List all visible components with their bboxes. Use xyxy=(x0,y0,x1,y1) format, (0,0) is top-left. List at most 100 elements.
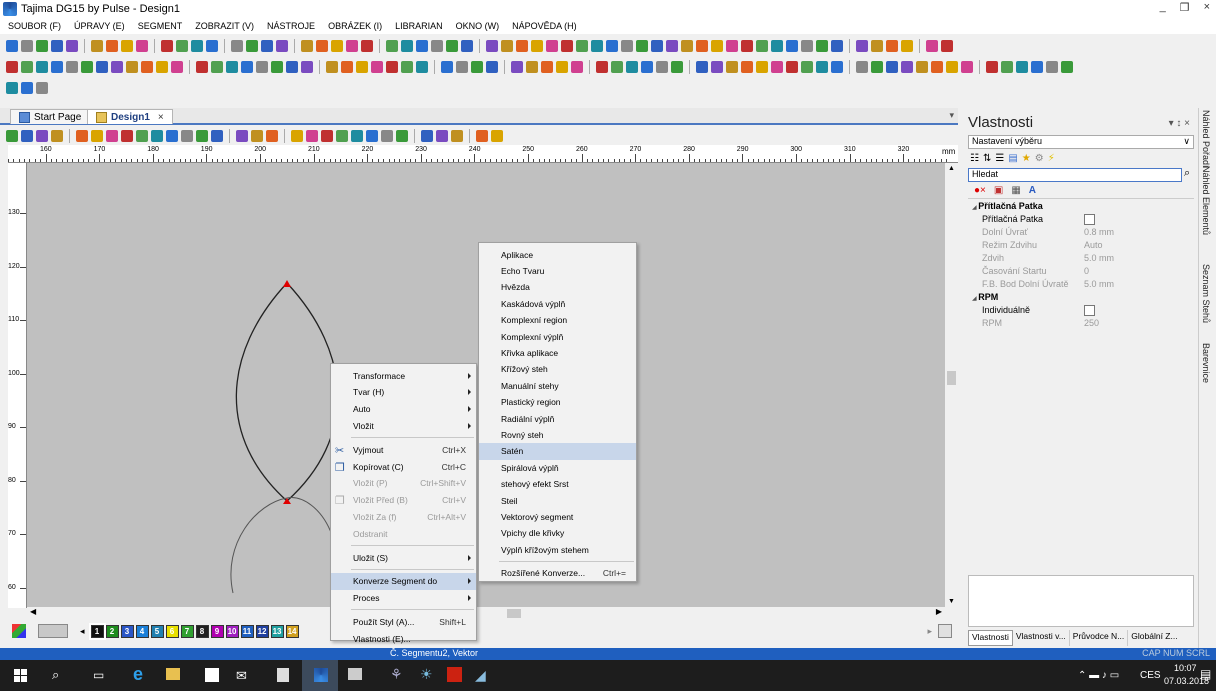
notifications-icon[interactable]: ▤ xyxy=(1200,667,1211,681)
color-chip[interactable]: 11 xyxy=(240,624,254,638)
menu-obrazek[interactable]: OBRÁZEK (I) xyxy=(328,21,382,31)
vertical-scroll-thumb[interactable] xyxy=(947,371,956,385)
menu-item[interactable]: Tvar (H) xyxy=(331,384,476,401)
toolbar-tool-icon[interactable] xyxy=(756,40,768,52)
menu-item[interactable]: Plastický region xyxy=(479,394,636,411)
property-row[interactable]: Režim Zdvihu Auto xyxy=(982,240,1182,253)
calculator-icon[interactable] xyxy=(277,668,289,682)
toolbar-tool-icon[interactable] xyxy=(401,61,413,73)
toolbar-tool-icon[interactable] xyxy=(256,61,268,73)
app-icon-2[interactable]: ⚘ xyxy=(390,666,403,683)
scroll-up-icon[interactable]: ▲ xyxy=(948,165,955,172)
menu-item[interactable]: Křížový steh xyxy=(479,361,636,378)
menu-item[interactable]: Vektorový segment xyxy=(479,508,636,525)
scroll-down-icon[interactable]: ▼ xyxy=(948,598,955,605)
menu-item[interactable]: Auto xyxy=(331,401,476,418)
bottom-tab-globalni[interactable]: Globální Z... xyxy=(1128,630,1180,646)
menu-item[interactable]: Vlastnosti (E)... xyxy=(331,630,476,647)
side-tab-nahled-poradi[interactable]: Náhled Pořadí xyxy=(1201,110,1211,168)
lightning-icon[interactable]: ⚡ xyxy=(1048,153,1055,164)
property-row[interactable]: RPM 250 xyxy=(982,318,1182,331)
toolbar-tool-icon[interactable] xyxy=(756,61,768,73)
bottom-scroll-right-icon[interactable]: ▸ xyxy=(927,626,932,637)
toolbar-tool-icon[interactable] xyxy=(191,40,203,52)
settings-icon[interactable]: ⚙ xyxy=(1035,153,1044,164)
menu-item[interactable]: Použít Styl (A)... Shift+L xyxy=(331,613,476,630)
toolbar-tool-icon[interactable] xyxy=(1031,61,1043,73)
toolbar-tool-icon[interactable] xyxy=(486,61,498,73)
property-section[interactable]: ◢ Přítlačná Patka xyxy=(972,201,1043,211)
toolbar-tool-icon[interactable] xyxy=(416,40,428,52)
toolbar-tool-icon[interactable] xyxy=(931,61,943,73)
toolbar-tool-icon[interactable] xyxy=(526,61,538,73)
toolbar-tool-icon[interactable] xyxy=(771,40,783,52)
text-icon[interactable]: A xyxy=(1029,185,1036,196)
toolbar-tool-icon[interactable] xyxy=(106,40,118,52)
palette-icon[interactable] xyxy=(12,624,26,638)
property-row[interactable]: Přítlačná Patka xyxy=(982,214,1182,227)
vertical-scrollbar[interactable]: ▲ ▼ xyxy=(945,163,958,607)
toolbar-tool-icon[interactable] xyxy=(1001,61,1013,73)
toolbar-tool-icon[interactable] xyxy=(21,61,33,73)
toolbar-tool-icon[interactable] xyxy=(726,61,738,73)
property-checkbox[interactable] xyxy=(1084,214,1095,225)
toolbar-tool-icon[interactable] xyxy=(331,40,343,52)
toolbar-tool-icon[interactable] xyxy=(476,129,488,142)
toolbar-tool-icon[interactable] xyxy=(231,40,243,52)
clock-time[interactable]: 10:07 xyxy=(1174,663,1197,673)
toolbar-tool-icon[interactable] xyxy=(226,61,238,73)
explorer-icon[interactable] xyxy=(166,668,180,680)
toolbar-tool-icon[interactable] xyxy=(36,61,48,73)
toolbar-tool-icon[interactable] xyxy=(316,40,328,52)
menu-item[interactable]: Manuální stehy xyxy=(479,377,636,394)
panel-controls-icon[interactable]: ▾ ↕ × xyxy=(1169,118,1190,129)
toolbar-tool-icon[interactable] xyxy=(681,40,693,52)
color-chip[interactable]: 9 xyxy=(210,624,224,638)
menu-item[interactable]: Transformace xyxy=(331,367,476,384)
property-row[interactable]: Zdvih 5.0 mm xyxy=(982,253,1182,266)
toolbar-tool-icon[interactable] xyxy=(136,129,148,142)
toolbar-tool-icon[interactable] xyxy=(531,40,543,52)
mail-icon[interactable]: ✉ xyxy=(236,668,247,684)
toolbar-tool-icon[interactable] xyxy=(986,61,998,73)
toolbar-tool-icon[interactable] xyxy=(501,40,513,52)
toolbar-tool-icon[interactable] xyxy=(241,61,253,73)
side-tab-nahled-elementu[interactable]: Náhled Elementů xyxy=(1201,166,1211,235)
menu-item[interactable]: Komplexní region xyxy=(479,312,636,329)
menu-item[interactable]: ✂ Vyjmout Ctrl+X xyxy=(331,441,476,458)
menu-item[interactable]: ❐ Kopírovat (C) Ctrl+C xyxy=(331,458,476,475)
toolbar-tool-icon[interactable] xyxy=(941,40,953,52)
toolbar-tool-icon[interactable] xyxy=(431,40,443,52)
menu-item[interactable]: Vpichy dle křivky xyxy=(479,525,636,542)
search-icon[interactable]: ⌕ xyxy=(1184,167,1190,180)
toolbar-tool-icon[interactable] xyxy=(1016,61,1028,73)
toolbar-tool-icon[interactable] xyxy=(341,61,353,73)
photos-icon[interactable] xyxy=(348,668,362,680)
menu-item[interactable]: Echo Tvaru xyxy=(479,262,636,279)
toolbar-tool-icon[interactable] xyxy=(386,61,398,73)
toolbar-tool-icon[interactable] xyxy=(106,129,118,142)
toolbar-tool-icon[interactable] xyxy=(306,129,318,142)
property-pages-icon[interactable]: ▤ xyxy=(1008,153,1017,164)
toolbar-tool-icon[interactable] xyxy=(786,40,798,52)
app-icon-3[interactable]: ☀ xyxy=(420,666,433,683)
toolbar-tool-icon[interactable] xyxy=(76,129,88,142)
toolbar-tool-icon[interactable] xyxy=(396,129,408,142)
toolbar-tool-icon[interactable] xyxy=(461,40,473,52)
menu-item[interactable]: Kaskádová výplň xyxy=(479,295,636,312)
toolbar-tool-icon[interactable] xyxy=(141,61,153,73)
toolbar-tool-icon[interactable] xyxy=(696,61,708,73)
toolbar-tool-icon[interactable] xyxy=(336,129,348,142)
toolbar-tool-icon[interactable] xyxy=(236,129,248,142)
toolbar-tool-icon[interactable] xyxy=(251,129,263,142)
toolbar-tool-icon[interactable] xyxy=(91,40,103,52)
toolbar-tool-icon[interactable] xyxy=(6,40,18,52)
toolbar-tool-icon[interactable] xyxy=(926,40,938,52)
toolbar-tool-icon[interactable] xyxy=(161,40,173,52)
start-point-marker[interactable] xyxy=(283,280,291,287)
toolbar-tool-icon[interactable] xyxy=(961,61,973,73)
color-scroll-left-icon[interactable]: ◂ xyxy=(80,626,85,637)
menu-okno[interactable]: OKNO (W) xyxy=(456,21,500,31)
toolbar-tool-icon[interactable] xyxy=(81,61,93,73)
toolbar-tool-icon[interactable] xyxy=(801,61,813,73)
